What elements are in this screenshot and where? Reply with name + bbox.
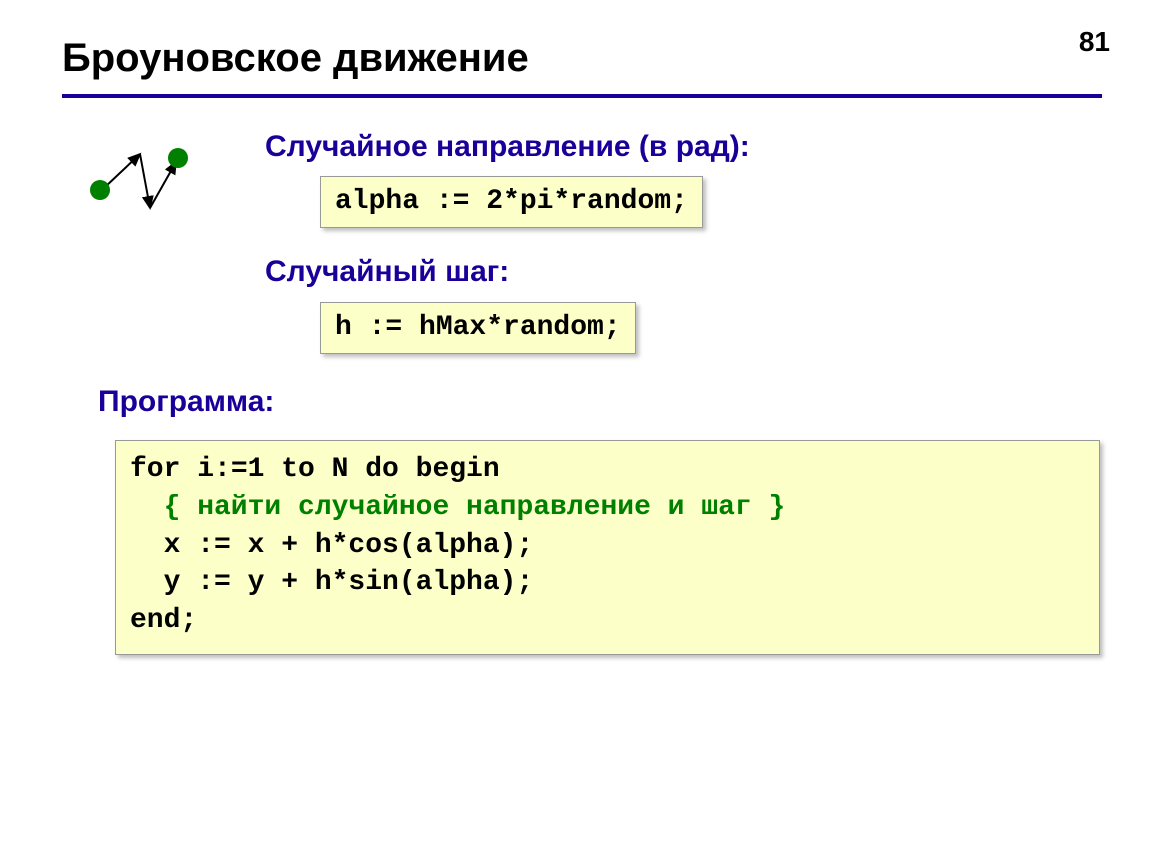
code-alpha: alpha := 2*pi*random;: [320, 176, 703, 228]
brownian-diagram: [80, 140, 220, 230]
slide: 81 Броуновское движение Случайное направ…: [0, 0, 1150, 864]
code-program: for i:=1 to N do begin { найти случайное…: [115, 440, 1100, 655]
section-random-step: Случайный шаг:: [265, 255, 509, 289]
page-number: 81: [1079, 26, 1110, 58]
code-line-1: for i:=1 to N do begin: [130, 454, 500, 485]
section-program: Программа:: [98, 385, 274, 419]
code-line-3: x := x + h*cos(alpha);: [164, 530, 534, 561]
code-line-5: end;: [130, 605, 197, 636]
code-line-4: y := y + h*sin(alpha);: [164, 567, 534, 598]
section-random-direction: Случайное направление (в рад):: [265, 130, 750, 164]
code-comment: { найти случайное направление и шаг }: [164, 492, 786, 523]
page-title: Броуновское движение: [62, 36, 529, 81]
title-rule: [62, 94, 1102, 98]
code-h: h := hMax*random;: [320, 302, 636, 354]
